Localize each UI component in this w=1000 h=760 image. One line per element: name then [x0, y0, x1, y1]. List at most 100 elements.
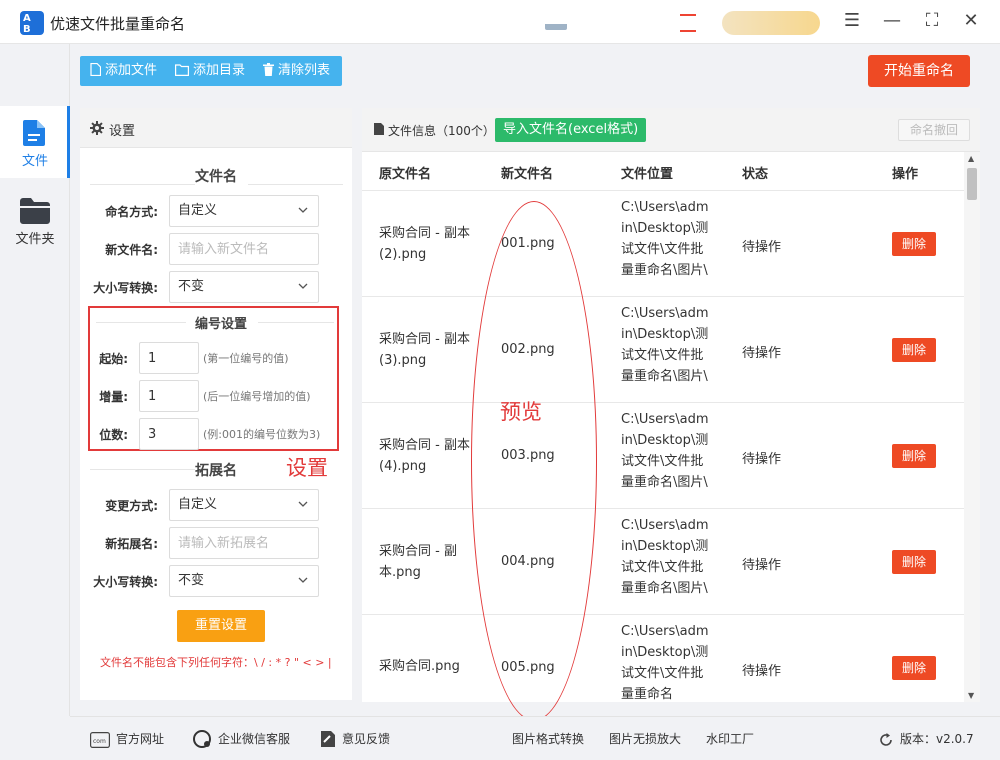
add-file-button[interactable]: 添加文件	[90, 56, 157, 86]
website-icon: com	[90, 732, 110, 748]
digits-hint: (例:001的编号位数为3)	[203, 428, 321, 441]
format-convert-link[interactable]: 图片格式转换	[512, 730, 584, 747]
refresh-icon	[880, 733, 892, 746]
delete-button[interactable]: 删除	[892, 338, 936, 362]
extension-case-label: 大小写转换:	[93, 575, 158, 589]
filename-section-title: 文件名	[195, 169, 237, 185]
vertical-scrollbar[interactable]: ▲ ▼	[964, 152, 980, 702]
file-status: 待操作	[742, 346, 782, 361]
file-status: 待操作	[742, 240, 782, 255]
delete-button[interactable]: 删除	[892, 656, 936, 680]
new-filename-input[interactable]	[169, 233, 319, 265]
divider	[90, 184, 195, 185]
file-location: C:\Users\admin\Desktop\测试文件\文件批量重命名\图片\	[621, 306, 709, 384]
table-row[interactable]: 采购合同 - 副本 (2).png 001.png C:\Users\admin…	[362, 191, 964, 297]
table-row[interactable]: 采购合同 - 副本.png 004.png C:\Users\admin\Des…	[362, 509, 964, 615]
extension-mode-select[interactable]: 自定义	[169, 489, 319, 521]
preview-annotation: 预览	[500, 400, 542, 424]
chevron-down-icon	[298, 283, 308, 289]
scroll-down-icon[interactable]: ▼	[968, 691, 974, 700]
add-folder-icon	[175, 64, 189, 76]
scroll-thumb[interactable]	[967, 168, 977, 200]
file-status: 待操作	[742, 664, 782, 679]
extension-case-select[interactable]: 不变	[169, 565, 319, 597]
title-bar: A B 优速文件批量重命名 ☰ — ⛶ ✕	[0, 0, 1000, 44]
file-location: C:\Users\admin\Desktop\测试文件\文件批量重命名\图片\	[621, 412, 709, 490]
naming-mode-value: 自定义	[178, 203, 218, 218]
column-header-original[interactable]: 原文件名	[379, 163, 431, 182]
footer: com 官方网址 企业微信客服 意见反馈 图片格式转换 图片无损放大 水印工厂 版…	[70, 716, 1000, 760]
maximize-icon[interactable]: ⛶	[920, 10, 944, 34]
add-file-icon	[90, 63, 101, 76]
lossless-upscale-link[interactable]: 图片无损放大	[609, 730, 681, 747]
menu-icon[interactable]: ☰	[840, 10, 864, 34]
new-extension-input[interactable]	[169, 527, 319, 559]
app-title: 优速文件批量重命名	[50, 15, 186, 33]
file-list-panel: 文件信息（100个） 导入文件名(excel格式) 命名撤回 原文件名 新文件名…	[362, 108, 980, 702]
nav-label-folder: 文件夹	[15, 232, 55, 247]
reset-settings-button[interactable]: 重置设置	[177, 610, 265, 642]
clear-list-label: 清除列表	[278, 63, 331, 78]
increment-label: 增量:	[99, 390, 128, 404]
original-filename: 采购合同 - 副本 (2).png	[379, 226, 470, 262]
column-header-location[interactable]: 文件位置	[621, 163, 673, 182]
file-status: 待操作	[742, 558, 782, 573]
nav-item-folder[interactable]: 文件夹	[0, 184, 70, 256]
column-header-action[interactable]: 操作	[892, 163, 918, 182]
table-row[interactable]: 采购合同 - 副本 (3).png 002.png C:\Users\admin…	[362, 297, 964, 403]
close-icon[interactable]: ✕	[959, 10, 983, 34]
chevron-down-icon	[298, 207, 308, 213]
new-filename-label: 新文件名:	[105, 243, 158, 257]
start-number-input[interactable]	[139, 342, 199, 374]
undo-rename-button[interactable]: 命名撤回	[898, 119, 970, 141]
settings-header: 设置	[80, 108, 352, 148]
file-info-count: 文件信息（100个）	[388, 124, 495, 138]
original-filename: 采购合同 - 副本 (3).png	[379, 332, 470, 368]
divider	[96, 322, 186, 323]
feedback-link[interactable]: 意见反馈	[320, 730, 390, 748]
increment-input[interactable]	[139, 380, 199, 412]
divider	[248, 184, 343, 185]
svg-text:com: com	[93, 738, 106, 745]
case-conversion-label: 大小写转换:	[93, 281, 158, 295]
file-location: C:\Users\admin\Desktop\测试文件\文件批量重命名	[621, 624, 709, 702]
chevron-down-icon	[298, 577, 308, 583]
version-info[interactable]: 版本：v2.0.7	[878, 730, 974, 748]
nav-item-file[interactable]: 文件	[0, 106, 70, 178]
gear-icon	[90, 121, 104, 135]
extension-case-value: 不变	[178, 573, 205, 588]
left-nav: 文件 文件夹	[0, 44, 70, 716]
case-conversion-select[interactable]: 不变	[169, 271, 319, 303]
add-directory-button[interactable]: 添加目录	[175, 56, 245, 86]
delete-button[interactable]: 删除	[892, 232, 936, 256]
column-header-new[interactable]: 新文件名	[501, 163, 553, 182]
version-label: 版本：v2.0.7	[900, 732, 974, 746]
cloud-icon[interactable]	[545, 20, 567, 30]
import-excel-button[interactable]: 导入文件名(excel格式)	[495, 118, 647, 142]
website-link[interactable]: com 官方网址	[90, 730, 164, 748]
extension-mode-value: 自定义	[178, 497, 218, 512]
watermark-factory-link[interactable]: 水印工厂	[706, 730, 754, 747]
table-row[interactable]: 采购合同 - 副本 (4).png 003.png C:\Users\admin…	[362, 403, 964, 509]
chat-icon	[193, 730, 211, 748]
divider	[90, 469, 195, 470]
delete-button[interactable]: 删除	[892, 444, 936, 468]
digits-input[interactable]	[139, 418, 199, 450]
column-header-status[interactable]: 状态	[742, 163, 768, 182]
vip-badge[interactable]	[722, 11, 820, 35]
naming-mode-select[interactable]: 自定义	[169, 195, 319, 227]
original-filename: 采购合同 - 副本 (4).png	[379, 438, 470, 474]
scroll-up-icon[interactable]: ▲	[968, 154, 974, 163]
start-rename-button[interactable]: 开始重命名	[868, 55, 970, 87]
delete-button[interactable]: 删除	[892, 550, 936, 574]
new-extension-label: 新拓展名:	[105, 537, 158, 551]
folder-icon	[20, 198, 50, 224]
file-status: 待操作	[742, 452, 782, 467]
wechat-service-link[interactable]: 企业微信客服	[192, 730, 290, 748]
notice-icon[interactable]	[680, 14, 696, 32]
minimize-icon[interactable]: —	[880, 10, 904, 34]
extension-section-title: 拓展名	[195, 463, 237, 479]
app-logo-icon: A B	[20, 11, 44, 35]
clear-list-button[interactable]: 清除列表	[263, 56, 330, 86]
table-row[interactable]: 采购合同.png 005.png C:\Users\admin\Desktop\…	[362, 615, 964, 702]
